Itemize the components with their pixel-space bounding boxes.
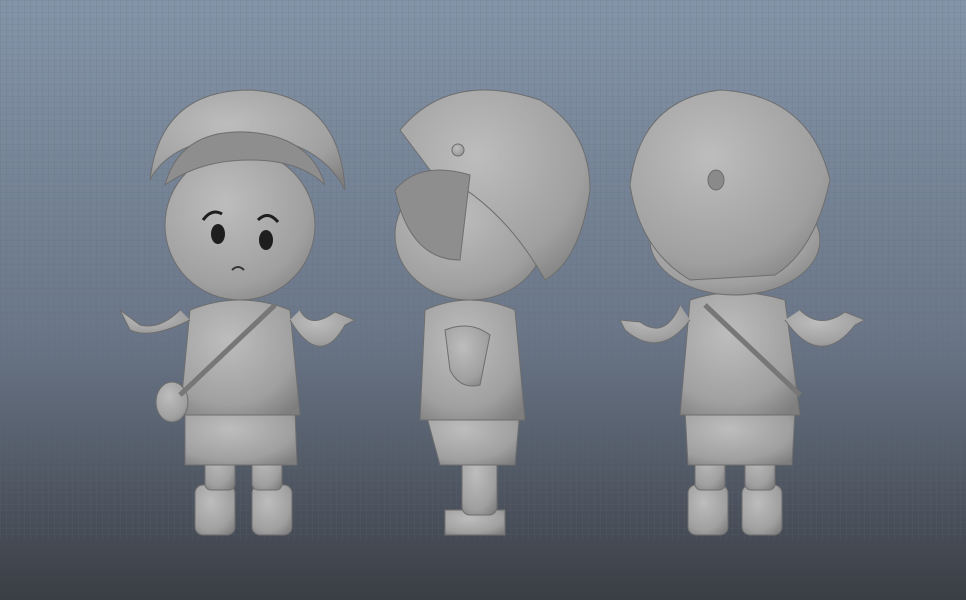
pouch bbox=[155, 381, 189, 423]
cap-knob bbox=[707, 169, 725, 191]
cap-button bbox=[451, 143, 465, 157]
right-boot bbox=[741, 484, 783, 536]
sweater bbox=[179, 299, 301, 416]
left-eye bbox=[211, 224, 225, 244]
3d-viewport[interactable] bbox=[0, 0, 966, 600]
shorts bbox=[684, 409, 796, 466]
right-boot bbox=[251, 484, 293, 536]
shorts bbox=[184, 409, 298, 466]
viewport-canvas bbox=[0, 0, 966, 600]
left-boot bbox=[687, 484, 729, 536]
sweater bbox=[679, 292, 801, 416]
left-boot bbox=[194, 484, 236, 536]
right-eye bbox=[259, 230, 273, 250]
